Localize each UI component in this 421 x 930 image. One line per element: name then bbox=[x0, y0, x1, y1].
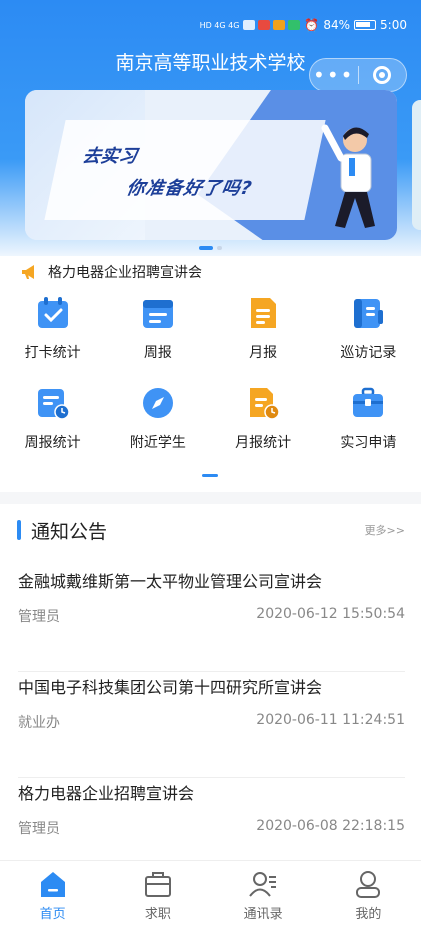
status-icons bbox=[243, 20, 301, 30]
grid-item-checkin[interactable]: 打卡统计 bbox=[0, 296, 105, 362]
banner-carousel[interactable]: 去实习 你准备好了吗? bbox=[25, 90, 397, 240]
checkin-icon bbox=[37, 297, 68, 328]
grid-item-label: 周报统计 bbox=[24, 435, 81, 451]
monthly-stats-icon bbox=[250, 388, 280, 420]
grid-item-label: 月报 bbox=[249, 345, 278, 361]
monthly-report-icon bbox=[251, 298, 277, 328]
announcement-item[interactable]: 中国电子科技集团公司第十四研究所宣讲会 就业办 2020-06-11 11:24… bbox=[18, 674, 405, 778]
announcement-item[interactable]: 金融城戴维斯第一太平物业管理公司宣讲会 管理员 2020-06-12 15:50… bbox=[18, 568, 405, 672]
grid-item-label: 打卡统计 bbox=[24, 345, 81, 361]
tab-jobs[interactable]: 求职 bbox=[105, 861, 210, 930]
announcement-time: 2020-06-08 22:18:15 bbox=[256, 818, 405, 834]
miniprogram-capsule: ••• bbox=[309, 58, 407, 92]
tab-label: 通讯录 bbox=[243, 907, 283, 922]
more-dots-icon[interactable]: ••• bbox=[310, 63, 358, 87]
announcement-time: 2020-06-11 11:24:51 bbox=[256, 712, 405, 728]
grid-item-monthly-stats[interactable]: 月报统计 bbox=[211, 386, 316, 452]
app-notification-icon bbox=[258, 20, 271, 30]
section-title: 通知公告 bbox=[31, 520, 108, 543]
close-button[interactable] bbox=[359, 66, 407, 84]
section-accent-bar bbox=[17, 520, 21, 540]
announcement-title: 中国电子科技集团公司第十四研究所宣讲会 bbox=[18, 678, 323, 697]
tab-label: 我的 bbox=[355, 907, 382, 922]
grid-item-weekly-report[interactable]: 周报 bbox=[105, 296, 210, 362]
next-banner-peek[interactable] bbox=[412, 100, 421, 230]
grid-item-label: 周报 bbox=[143, 345, 172, 361]
home-icon bbox=[40, 872, 65, 897]
more-link[interactable]: 更多>> bbox=[365, 522, 405, 538]
announcement-time: 2020-06-12 15:50:54 bbox=[256, 606, 405, 622]
banner-decoration bbox=[44, 120, 326, 220]
grid-item-nearby-students[interactable]: 附近学生 bbox=[105, 386, 210, 452]
notice-marquee-text: 格力电器企业招聘宣讲会 bbox=[48, 265, 202, 281]
announcement-author: 管理员 bbox=[18, 821, 60, 837]
briefcase-icon bbox=[353, 387, 384, 417]
announcement-title: 格力电器企业招聘宣讲会 bbox=[18, 784, 195, 803]
announcement-author: 管理员 bbox=[18, 609, 60, 625]
weekly-report-icon bbox=[142, 300, 173, 328]
visit-record-icon bbox=[354, 299, 384, 328]
tab-contacts[interactable]: 通讯录 bbox=[211, 861, 316, 930]
status-bar: HD 4G 4G ⏰ 84% 5:00 bbox=[200, 18, 407, 32]
user-icon bbox=[356, 871, 381, 898]
grid-item-label: 巡访记录 bbox=[340, 345, 397, 361]
briefcase-outline-icon bbox=[144, 872, 171, 897]
battery-icon bbox=[354, 20, 377, 30]
tab-mine[interactable]: 我的 bbox=[316, 861, 421, 930]
wifi-icon bbox=[243, 20, 256, 30]
bottom-tab-bar: 首页 求职 通讯录 我的 bbox=[0, 860, 421, 930]
tab-home[interactable]: 首页 bbox=[0, 861, 105, 930]
banner-headline: 去实习 bbox=[80, 146, 139, 167]
megaphone-icon bbox=[22, 265, 34, 279]
grid-item-weekly-stats[interactable]: 周报统计 bbox=[0, 386, 105, 452]
announcement-title: 金融城戴维斯第一太平物业管理公司宣讲会 bbox=[18, 572, 323, 591]
close-circle-icon bbox=[373, 66, 392, 84]
grid-item-monthly-report[interactable]: 月报 bbox=[211, 296, 316, 362]
app-notification-icon bbox=[288, 20, 301, 30]
grid-item-visit-record[interactable]: 巡访记录 bbox=[316, 296, 421, 362]
student-illustration bbox=[321, 124, 375, 228]
carousel-indicator bbox=[0, 246, 421, 250]
compass-icon bbox=[142, 388, 173, 418]
tab-label: 首页 bbox=[39, 907, 66, 922]
alarm-icon: ⏰ bbox=[304, 18, 320, 32]
carousel-dot bbox=[217, 246, 222, 250]
banner-subheadline: 你准备好了吗? bbox=[124, 178, 255, 199]
tab-label: 求职 bbox=[144, 907, 171, 922]
grid-item-label: 实习申请 bbox=[340, 435, 397, 451]
network-indicator: HD 4G 4G bbox=[199, 20, 240, 30]
grid-item-internship-apply[interactable]: 实习申请 bbox=[316, 386, 421, 452]
weekly-stats-icon bbox=[37, 389, 70, 420]
battery-percent: 84% bbox=[323, 18, 351, 32]
carousel-dot-active bbox=[199, 246, 213, 250]
app-notification-icon bbox=[273, 20, 286, 30]
grid-page-indicator bbox=[202, 474, 218, 477]
quick-access-grid: 打卡统计 周报 月报 巡访记录 周报统计 附近学生 月报统计 实习申请 bbox=[0, 296, 421, 452]
announcement-author: 就业办 bbox=[18, 715, 60, 731]
notice-marquee[interactable]: 格力电器企业招聘宣讲会 bbox=[20, 262, 202, 282]
announcements-section: 通知公告 更多>> 金融城戴维斯第一太平物业管理公司宣讲会 管理员 2020-0… bbox=[0, 504, 421, 884]
quick-access-section: 格力电器企业招聘宣讲会 打卡统计 周报 月报 巡访记录 周报统计 附近学生 月报… bbox=[0, 256, 421, 492]
contacts-icon bbox=[249, 872, 277, 897]
announcements-header: 通知公告 更多>> bbox=[17, 518, 405, 543]
grid-item-label: 月报统计 bbox=[235, 435, 292, 451]
grid-item-label: 附近学生 bbox=[129, 435, 186, 451]
clock: 5:00 bbox=[380, 18, 407, 32]
